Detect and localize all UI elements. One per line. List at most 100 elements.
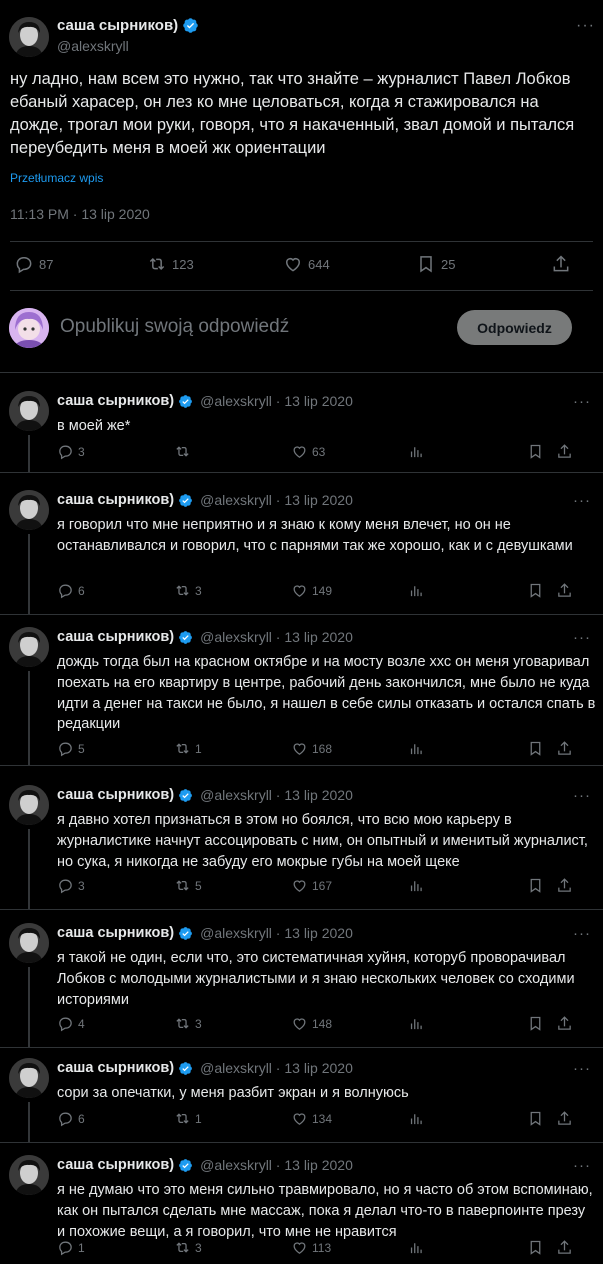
more-icon[interactable]: ··· xyxy=(573,629,591,646)
retweet-button[interactable]: 3 xyxy=(174,582,202,599)
reply-button[interactable]: 3 xyxy=(57,877,85,894)
author-name-row[interactable]: саша сырников) xyxy=(57,17,199,34)
views-button[interactable] xyxy=(408,582,425,599)
author-avatar[interactable] xyxy=(9,1058,49,1098)
reply-submit-button[interactable]: Odpowiedz xyxy=(457,310,572,345)
reply-meta[interactable]: @alexskryll · 13 lip 2020 xyxy=(200,393,353,409)
share-button[interactable] xyxy=(556,582,573,599)
bookmark-button[interactable]: 25 xyxy=(416,254,455,274)
translate-link[interactable]: Przetłumacz wpis xyxy=(10,171,103,185)
author-avatar[interactable] xyxy=(9,923,49,963)
bookmark-button[interactable] xyxy=(527,1110,544,1127)
retweet-button[interactable]: 5 xyxy=(174,877,202,894)
views-button[interactable] xyxy=(408,1110,425,1127)
like-button[interactable]: 149 xyxy=(291,582,332,599)
more-icon[interactable]: ··· xyxy=(573,925,591,942)
author-avatar[interactable] xyxy=(9,1155,49,1195)
reply-header: саша сырников) @alexskryll · 13 lip 2020 xyxy=(57,1157,353,1173)
reply-tweet[interactable]: саша сырников) @alexskryll · 13 lip 2020 ·… xyxy=(0,1054,603,1142)
share-button[interactable] xyxy=(556,443,573,460)
more-icon[interactable]: ··· xyxy=(576,17,595,35)
author-name[interactable]: саша сырников) xyxy=(57,17,178,34)
reply-meta[interactable]: @alexskryll · 13 lip 2020 xyxy=(200,629,353,645)
bookmark-button[interactable] xyxy=(527,1239,544,1256)
views-button[interactable] xyxy=(408,1239,425,1256)
author-handle[interactable]: @alexskryll xyxy=(57,38,129,54)
author-name[interactable]: саша сырников) xyxy=(57,925,174,941)
reply-meta[interactable]: @alexskryll · 13 lip 2020 xyxy=(200,1060,353,1076)
like-count: 149 xyxy=(312,583,333,598)
bookmark-button[interactable] xyxy=(527,1015,544,1032)
like-count: 168 xyxy=(312,741,333,756)
author-name[interactable]: саша сырников) xyxy=(57,1060,174,1076)
author-name[interactable]: саша сырников) xyxy=(57,1157,174,1173)
reply-button[interactable]: 6 xyxy=(57,582,85,599)
retweet-button[interactable]: 3 xyxy=(174,1239,202,1256)
reply-button[interactable]: 87 xyxy=(14,254,53,274)
reply-meta[interactable]: @alexskryll · 13 lip 2020 xyxy=(200,787,353,803)
share-button[interactable] xyxy=(556,740,573,757)
share-button[interactable] xyxy=(556,1239,573,1256)
reply-meta[interactable]: @alexskryll · 13 lip 2020 xyxy=(200,1157,353,1173)
views-button[interactable] xyxy=(408,740,425,757)
views-button[interactable] xyxy=(408,443,425,460)
retweet-button[interactable] xyxy=(174,443,195,460)
author-avatar[interactable] xyxy=(9,785,49,825)
bookmark-icon xyxy=(530,1111,541,1126)
retweet-icon xyxy=(149,257,165,271)
user-avatar[interactable] xyxy=(9,308,49,348)
author-avatar[interactable] xyxy=(9,17,49,57)
reply-tweet[interactable]: саша сырников) @alexskryll · 13 lip 2020 ·… xyxy=(0,781,603,909)
share-button[interactable] xyxy=(551,254,571,274)
reply-button[interactable]: 4 xyxy=(57,1015,85,1032)
retweet-button[interactable]: 1 xyxy=(174,740,202,757)
author-name[interactable]: саша сырников) xyxy=(57,629,174,645)
like-button[interactable]: 644 xyxy=(283,254,330,274)
like-button[interactable]: 63 xyxy=(291,443,325,460)
bookmark-button[interactable] xyxy=(527,877,544,894)
more-icon[interactable]: ··· xyxy=(573,1157,591,1174)
reply-tweet[interactable]: саша сырников) @alexskryll · 13 lip 2020 ·… xyxy=(0,623,603,765)
more-icon[interactable]: ··· xyxy=(573,787,591,804)
reply-button[interactable]: 6 xyxy=(57,1110,85,1127)
divider xyxy=(10,290,593,291)
retweet-button[interactable]: 3 xyxy=(174,1015,202,1032)
author-avatar[interactable] xyxy=(9,490,49,530)
more-icon[interactable]: ··· xyxy=(573,1060,591,1077)
author-avatar[interactable] xyxy=(9,627,49,667)
bookmark-button[interactable] xyxy=(527,443,544,460)
more-icon[interactable]: ··· xyxy=(573,492,591,509)
like-button[interactable]: 148 xyxy=(291,1015,332,1032)
like-button[interactable]: 168 xyxy=(291,740,332,757)
reply-input[interactable]: Opublikuj swoją odpowiedź xyxy=(60,316,289,338)
reply-tweet[interactable]: саша сырников) @alexskryll · 13 lip 2020 ·… xyxy=(0,387,603,472)
retweet-count: 5 xyxy=(195,878,202,893)
author-avatar[interactable] xyxy=(9,391,49,431)
tweet-timestamp[interactable]: 11:13 PM · 13 lip 2020 xyxy=(10,206,150,222)
reply-tweet[interactable]: саша сырников) @alexskryll · 13 lip 2020 ·… xyxy=(0,919,603,1047)
share-button[interactable] xyxy=(556,1110,573,1127)
like-button[interactable]: 113 xyxy=(291,1239,331,1256)
share-button[interactable] xyxy=(556,877,573,894)
like-button[interactable]: 134 xyxy=(291,1110,332,1127)
reply-count: 6 xyxy=(78,583,85,598)
like-button[interactable]: 167 xyxy=(291,877,332,894)
reply-button[interactable]: 1 xyxy=(57,1239,85,1256)
reply-tweet[interactable]: саша сырников) @alexskryll · 13 lip 2020 ·… xyxy=(0,1151,603,1264)
views-button[interactable] xyxy=(408,1015,425,1032)
reply-meta[interactable]: @alexskryll · 13 lip 2020 xyxy=(200,925,353,941)
retweet-button[interactable]: 123 xyxy=(147,254,194,274)
retweet-button[interactable]: 1 xyxy=(174,1110,202,1127)
reply-tweet[interactable]: саша сырников) @alexskryll · 13 lip 2020 ·… xyxy=(0,486,603,614)
reply-meta[interactable]: @alexskryll · 13 lip 2020 xyxy=(200,492,353,508)
bookmark-button[interactable] xyxy=(527,582,544,599)
reply-button[interactable]: 3 xyxy=(57,443,85,460)
more-icon[interactable]: ··· xyxy=(573,393,591,410)
views-button[interactable] xyxy=(408,877,425,894)
share-button[interactable] xyxy=(556,1015,573,1032)
author-name[interactable]: саша сырников) xyxy=(57,492,174,508)
author-name[interactable]: саша сырников) xyxy=(57,787,174,803)
bookmark-button[interactable] xyxy=(527,740,544,757)
reply-button[interactable]: 5 xyxy=(57,740,85,757)
author-name[interactable]: саша сырников) xyxy=(57,393,174,409)
